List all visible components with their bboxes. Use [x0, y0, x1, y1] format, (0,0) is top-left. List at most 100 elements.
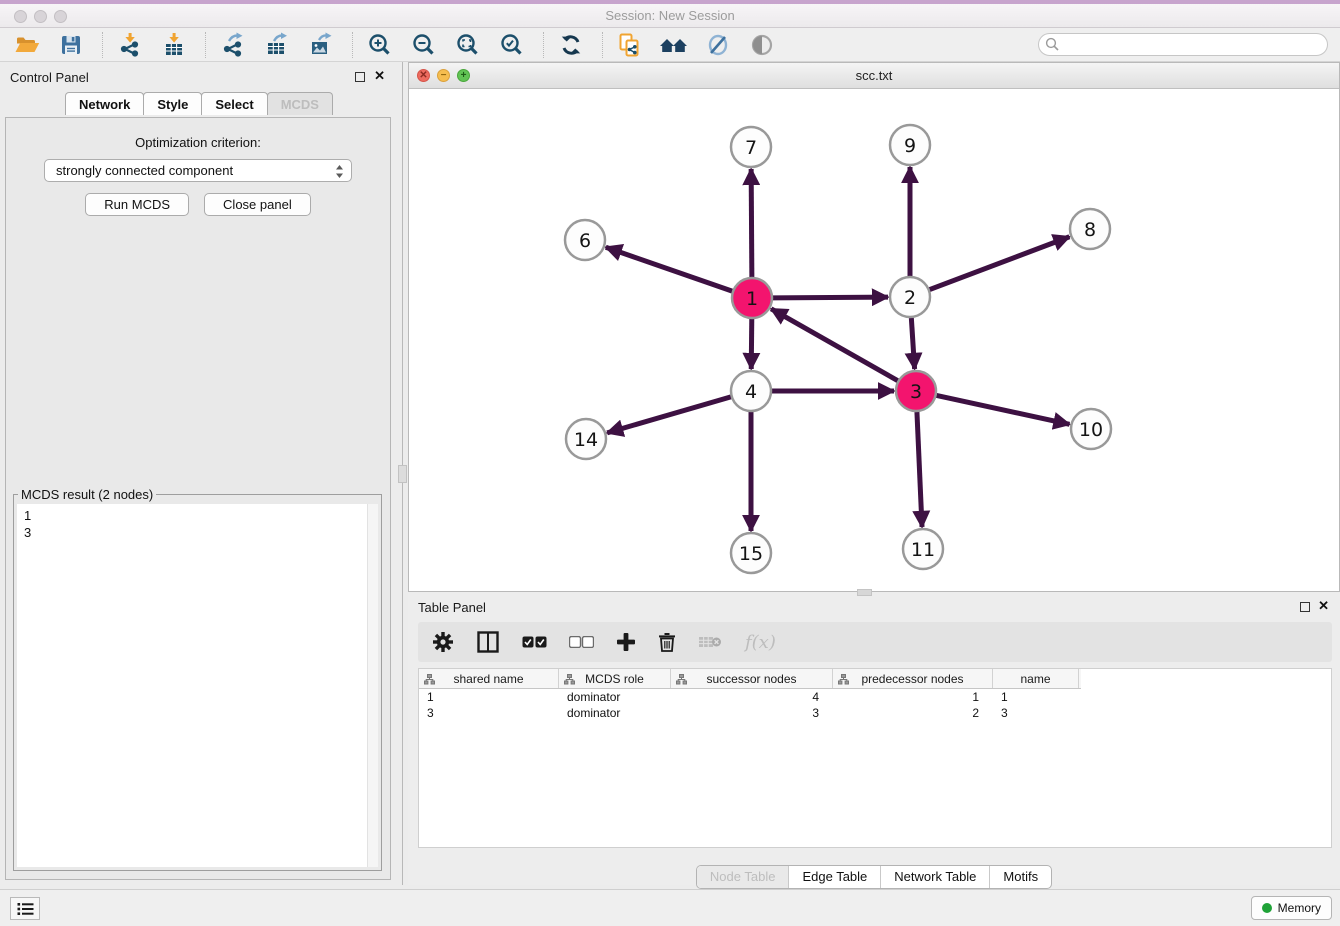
table-cell[interactable]: dominator: [559, 705, 671, 721]
table-cell[interactable]: 1: [993, 689, 1079, 705]
table-cell[interactable]: 3: [671, 705, 833, 721]
bird-view-button[interactable]: [747, 31, 777, 59]
graph-edge-2-8[interactable]: [930, 237, 1070, 290]
deselect-all-button[interactable]: [569, 628, 594, 656]
graph-edge-1-7[interactable]: [751, 169, 752, 277]
save-session-button[interactable]: [56, 31, 86, 59]
graph-edge-3-10[interactable]: [937, 395, 1070, 424]
delete-table-button[interactable]: [698, 628, 723, 656]
network-graph[interactable]: 1234678910111415: [409, 89, 1339, 592]
tab-mcds[interactable]: MCDS: [267, 92, 333, 115]
float-table-panel-icon[interactable]: [1300, 602, 1310, 612]
zoom-window-button[interactable]: [54, 10, 67, 23]
graphics-details-button[interactable]: [703, 31, 733, 59]
table-settings-button[interactable]: [432, 628, 454, 656]
fx-icon: f(x): [745, 632, 776, 653]
open-session-button[interactable]: [12, 31, 42, 59]
close-window-button[interactable]: [14, 10, 27, 23]
delete-column-button[interactable]: [658, 628, 676, 656]
graph-edge-1-4[interactable]: [751, 319, 752, 369]
horizontal-splitter-handle[interactable]: [857, 589, 872, 596]
toolbar-separator: [205, 32, 206, 58]
graph-edge-4-14[interactable]: [607, 397, 731, 433]
result-line: 1: [24, 507, 371, 524]
close-panel-button[interactable]: Close panel: [204, 193, 311, 216]
graph-edge-1-6[interactable]: [606, 247, 732, 291]
graph-node-label-10: 10: [1079, 419, 1103, 441]
export-table-button[interactable]: [262, 31, 292, 59]
graph-edge-3-1[interactable]: [771, 309, 898, 381]
chevron-updown-icon: [335, 164, 344, 179]
task-history-button[interactable]: [10, 897, 40, 920]
hide-details-icon: [705, 32, 731, 58]
export-image-button[interactable]: [306, 31, 336, 59]
network-close-button[interactable]: ✕: [417, 69, 430, 82]
graph-node-label-8: 8: [1084, 219, 1096, 241]
eye-icon: [749, 32, 775, 58]
table-panel: Table Panel ✕: [408, 592, 1340, 885]
table-cell[interactable]: 1: [833, 689, 993, 705]
memory-button[interactable]: Memory: [1251, 896, 1332, 920]
zoom-selected-button[interactable]: [497, 31, 527, 59]
table-cell[interactable]: 2: [833, 705, 993, 721]
toggle-columns-button[interactable]: [476, 628, 500, 656]
criterion-select[interactable]: strongly connected component: [44, 159, 352, 182]
graph-node-label-15: 15: [739, 543, 763, 565]
select-all-button[interactable]: [522, 628, 547, 656]
float-panel-icon[interactable]: [355, 72, 365, 82]
mcds-result-text[interactable]: 13: [17, 504, 378, 867]
table-cell[interactable]: 1: [419, 689, 559, 705]
graph-edge-3-11[interactable]: [917, 412, 922, 527]
tab-edge-table[interactable]: Edge Table: [788, 866, 880, 888]
checked-boxes-icon: [522, 636, 547, 648]
tab-node-table[interactable]: Node Table: [697, 866, 789, 888]
home-button[interactable]: [659, 31, 689, 59]
network-zoom-button[interactable]: +: [457, 69, 470, 82]
table-cell[interactable]: 3: [419, 705, 559, 721]
close-panel-icon[interactable]: ✕: [374, 68, 385, 84]
column-header-shared-name[interactable]: shared name: [419, 669, 559, 688]
zoom-out-button[interactable]: [409, 31, 439, 59]
control-panel-tabs: Network Style Select MCDS: [0, 92, 397, 115]
zoom-in-button[interactable]: [365, 31, 395, 59]
panel-splitter[interactable]: [397, 62, 408, 885]
function-builder-button[interactable]: f(x): [745, 628, 776, 656]
graph-edge-1-2[interactable]: [773, 297, 888, 298]
minimize-window-button[interactable]: [34, 10, 47, 23]
graph-edge-2-3[interactable]: [911, 318, 914, 369]
tab-motifs[interactable]: Motifs: [989, 866, 1051, 888]
export-network-button[interactable]: [218, 31, 248, 59]
table-row[interactable]: 1dominator411: [419, 689, 1331, 705]
column-header-successor-nodes[interactable]: successor nodes: [671, 669, 833, 688]
plus-icon: [616, 632, 636, 652]
table-cell[interactable]: dominator: [559, 689, 671, 705]
splitter-handle[interactable]: [398, 465, 407, 483]
network-canvas[interactable]: 1234678910111415: [409, 89, 1339, 591]
table-row[interactable]: 3dominator323: [419, 705, 1331, 721]
table-cell[interactable]: 3: [993, 705, 1079, 721]
column-header-predecessor-nodes[interactable]: predecessor nodes: [833, 669, 993, 688]
network-document-button[interactable]: [615, 31, 645, 59]
tab-network-table[interactable]: Network Table: [880, 866, 989, 888]
column-header-MCDS-role[interactable]: MCDS role: [559, 669, 671, 688]
refresh-button[interactable]: [556, 31, 586, 59]
network-minimize-button[interactable]: −: [437, 69, 450, 82]
refresh-icon: [558, 32, 584, 58]
tab-network[interactable]: Network: [65, 92, 144, 115]
column-type-icon: [424, 674, 435, 685]
result-scrollbar[interactable]: [367, 504, 378, 867]
column-header-name[interactable]: name: [993, 669, 1079, 688]
column-type-icon: [838, 674, 849, 685]
close-table-panel-icon[interactable]: ✕: [1318, 598, 1329, 614]
run-mcds-button[interactable]: Run MCDS: [85, 193, 189, 216]
zoom-fit-button[interactable]: [453, 31, 483, 59]
import-table-button[interactable]: [159, 31, 189, 59]
add-column-button[interactable]: [616, 628, 636, 656]
search-input[interactable]: [1038, 33, 1328, 56]
tab-style[interactable]: Style: [143, 92, 202, 115]
toolbar-separator: [102, 32, 103, 58]
mcds-result-group: MCDS result (2 nodes) 13: [13, 494, 382, 871]
tab-select[interactable]: Select: [201, 92, 267, 115]
import-network-button[interactable]: [115, 31, 145, 59]
table-cell[interactable]: 4: [671, 689, 833, 705]
